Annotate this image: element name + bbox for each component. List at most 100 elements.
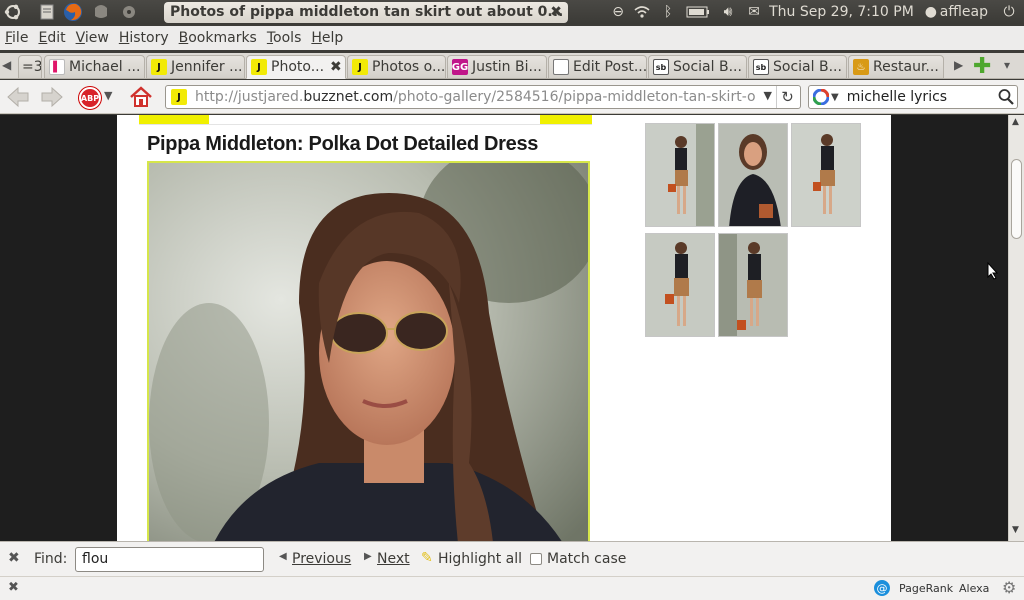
menu-bookmarks[interactable]: Bookmarks [174, 30, 262, 46]
find-previous-button[interactable]: Previous [292, 551, 351, 567]
mouse-cursor-icon [987, 262, 999, 280]
find-next-button[interactable]: Next [377, 551, 410, 567]
search-magnifier-icon[interactable] [998, 88, 1014, 110]
adblock-plus-icon[interactable]: ABP [79, 87, 101, 109]
vertical-scrollbar[interactable]: ▲ ▼ [1008, 115, 1024, 541]
home-button[interactable] [129, 85, 153, 113]
volume-icon[interactable]: 🔊︎ [715, 4, 741, 20]
system-tray: ⊖ ᛒ 🔊︎ ✉ Thu Sep 29, 7:10 PM ● affleap ⏻ [607, 0, 1024, 24]
back-button[interactable] [5, 86, 31, 108]
tab-1[interactable]: =3 [18, 55, 42, 79]
match-case-label[interactable]: Match case [547, 551, 626, 567]
divider [139, 124, 592, 125]
restaurant-favicon-icon: ♨ [853, 59, 869, 75]
tab-label: Justin Bi... [472, 59, 542, 75]
clock-text[interactable]: Thu Sep 29, 7:10 PM [767, 4, 922, 20]
thumbnail-image [719, 124, 787, 226]
user-status-icon[interactable]: ● [922, 4, 940, 20]
justjared-favicon-icon: J [151, 59, 167, 75]
gallery-thumbnail[interactable] [718, 233, 788, 337]
google-engine-icon[interactable] [813, 89, 829, 105]
scrollbar-thumb[interactable] [1011, 159, 1022, 239]
menu-help[interactable]: Help [306, 30, 348, 46]
scroll-down-icon[interactable]: ▼ [1012, 525, 1019, 535]
adblock-dropdown-icon[interactable]: ▼ [104, 89, 112, 102]
highlight-all-button[interactable]: Highlight all [438, 551, 522, 567]
tab-label: Jennifer ... [171, 59, 243, 75]
scroll-up-icon[interactable]: ▲ [1012, 117, 1019, 127]
url-text[interactable]: http://justjared.buzznet.com/photo-galle… [195, 89, 755, 105]
mail-icon[interactable]: ✉ [741, 4, 767, 20]
gg-favicon-icon: GG [452, 59, 468, 75]
tab-label: Photo... [271, 59, 325, 75]
search-input[interactable]: michelle lyrics [847, 89, 947, 105]
document-favicon-icon [553, 59, 569, 75]
window-title: Photos of pippa middleton tan skirt out … [164, 2, 568, 23]
sb-favicon-icon: sb [653, 59, 669, 75]
sb-favicon-icon: sb [753, 59, 769, 75]
new-tab-icon[interactable]: ✚ [973, 54, 991, 79]
close-addon-bar-icon[interactable]: ✖ [8, 580, 19, 595]
site-identity-icon[interactable]: J [171, 89, 187, 105]
thumbnail-image [792, 124, 860, 226]
yellow-nav-tab-left[interactable] [139, 115, 209, 124]
tab-9[interactable]: sb Social B... [748, 55, 847, 79]
pidgin-icon[interactable] [90, 1, 112, 23]
close-find-bar-icon[interactable]: ✖ [8, 550, 20, 566]
tab-list-icon[interactable]: ▾ [1004, 58, 1010, 72]
thumbnail-image [646, 234, 714, 336]
search-bar[interactable]: ▼ michelle lyrics [808, 85, 1018, 109]
tab-label: Edit Post... [573, 59, 647, 75]
pagerank-label[interactable]: PageRank [899, 582, 953, 595]
justjared-favicon-icon: J [352, 59, 368, 75]
url-bar[interactable]: J http://justjared.buzznet.com/photo-gal… [165, 85, 801, 109]
forward-button[interactable] [39, 86, 65, 108]
close-tab-icon[interactable]: ✖ [330, 59, 342, 75]
tab-8[interactable]: sb Social B... [648, 55, 747, 79]
firefox-icon[interactable] [62, 1, 84, 23]
ubuntu-logo-icon[interactable] [2, 1, 24, 23]
url-prefix: http://justjared. [195, 89, 304, 105]
tab-7[interactable]: Edit Post... [548, 55, 647, 79]
thumbnail-image [719, 234, 787, 336]
search-engine-dropdown-icon[interactable]: ▼ [831, 92, 839, 103]
at-sign-addon-icon[interactable]: @ [874, 580, 890, 596]
menu-file[interactable]: File [0, 30, 33, 46]
wifi-icon[interactable] [629, 5, 655, 19]
menu-view[interactable]: View [71, 30, 114, 46]
settings-app-icon[interactable] [118, 1, 140, 23]
gallery-thumbnail[interactable] [791, 123, 861, 227]
gear-icon[interactable]: ⚙ [1002, 578, 1016, 597]
yellow-nav-tab-right[interactable] [540, 115, 592, 124]
username-text[interactable]: affleap [940, 4, 998, 20]
tab-10[interactable]: ♨ Restaur... [848, 55, 944, 79]
bluetooth-icon[interactable]: ᛒ [655, 4, 681, 20]
gallery-thumbnail[interactable] [645, 123, 715, 227]
menu-edit[interactable]: Edit [33, 30, 70, 46]
reload-icon[interactable]: ↻ [776, 86, 798, 108]
tab-4-active[interactable]: J Photo... ✖ [246, 55, 346, 79]
no-entry-icon[interactable]: ⊖ [607, 4, 629, 20]
tab-6[interactable]: GG Justin Bi... [447, 55, 547, 79]
menu-tools[interactable]: Tools [262, 30, 307, 46]
gallery-thumbnail[interactable] [718, 123, 788, 227]
find-input[interactable]: flou [75, 547, 264, 572]
tab-scroll-left-icon[interactable]: ◀ [2, 58, 11, 72]
battery-icon[interactable] [681, 6, 715, 18]
tab-scroll-right-icon[interactable]: ▶ [954, 58, 963, 72]
gallery-thumbnail[interactable] [645, 233, 715, 337]
tab-2[interactable]: ▌ Michael ... [44, 55, 145, 79]
power-icon[interactable]: ⏻ [998, 4, 1020, 20]
text-editor-icon[interactable] [36, 1, 58, 23]
status-bar: ✖ @ PageRank Alexa ⚙ [0, 576, 1024, 600]
url-history-dropdown-icon[interactable]: ▼ [764, 89, 772, 102]
main-photo[interactable] [147, 161, 590, 541]
alexa-label[interactable]: Alexa [959, 582, 989, 595]
tab-5[interactable]: J Photos o... [347, 55, 446, 79]
next-arrow-icon: ▶ [364, 551, 372, 562]
close-window-icon[interactable]: ✖ [550, 2, 562, 23]
menu-history[interactable]: History [114, 30, 174, 46]
main-photo-image [149, 163, 588, 541]
match-case-checkbox[interactable] [530, 553, 542, 565]
tab-3[interactable]: J Jennifer ... [146, 55, 245, 79]
